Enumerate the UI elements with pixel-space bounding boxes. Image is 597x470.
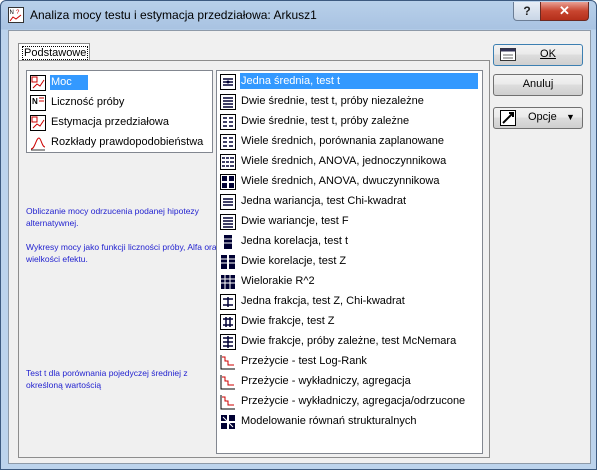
one-proportion-icon <box>220 294 236 310</box>
dialog-client-area: Podstawowe Moc N Liczność próby Estymacj… <box>8 30 591 464</box>
test-label: Jedna średnia, test t <box>240 73 478 89</box>
title-bar[interactable]: N ? Analiza mocy testu i estymacja przed… <box>1 1 596 29</box>
tab-label: Podstawowe <box>22 46 89 60</box>
window-title: Analiza mocy testu i estymacja przedział… <box>30 8 317 22</box>
one-variance-icon <box>220 194 236 210</box>
tab-podstawowe[interactable]: Podstawowe <box>18 43 90 61</box>
description-power: Obliczanie mocy odrzucenia podanej hipot… <box>26 206 199 228</box>
mcnemar-icon <box>220 334 236 350</box>
anova-two-icon <box>220 174 236 190</box>
ok-button[interactable]: OK <box>493 44 583 66</box>
category-label: Rozkłady prawdopodobieństwa <box>51 136 204 148</box>
description-selected-test: Test t dla porównania pojedyczej średnie… <box>26 368 188 390</box>
tab-panel: Moc N Liczność próby Estymacja przedział… <box>18 60 490 458</box>
power-icon <box>30 75 46 91</box>
app-icon: N ? <box>8 7 24 23</box>
test-label: Dwie średnie, test t, próby niezależne <box>241 95 424 107</box>
sample-size-icon: N <box>30 95 46 111</box>
description-power-plots: Wykresy mocy jako funkcji liczności prób… <box>26 242 221 264</box>
dialog-window: N ? Analiza mocy testu i estymacja przed… <box>0 0 597 470</box>
test-label: Dwie frakcje, test Z <box>241 315 335 327</box>
test-label: Dwie korelacje, test Z <box>241 255 347 267</box>
two-means-paired-icon <box>220 114 236 130</box>
survival-logrank-icon <box>220 355 235 370</box>
survival-exp-dropout-icon <box>220 395 235 410</box>
one-mean-icon <box>220 74 236 90</box>
many-means-icon <box>220 134 236 150</box>
test-label: Wiele średnich, ANOVA, dwuczynnikowa <box>241 175 440 187</box>
test-item[interactable]: Dwie korelacje, test Z <box>219 252 480 272</box>
test-item[interactable]: Jedna frakcja, test Z, Chi-kwadrat <box>219 292 480 312</box>
category-list[interactable]: Moc N Liczność próby Estymacja przedział… <box>26 70 213 153</box>
probability-distribution-icon <box>30 137 46 151</box>
test-item[interactable]: Wielorakie R^2 <box>219 272 480 292</box>
svg-text:N: N <box>32 97 38 106</box>
test-label: Wiele średnich, porównania zaplanowane <box>241 135 445 147</box>
survival-exp-icon <box>220 375 235 390</box>
svg-text:N: N <box>10 10 14 16</box>
test-label: Jedna frakcja, test Z, Chi-kwadrat <box>241 295 405 307</box>
cancel-label: Anuluj <box>522 78 554 90</box>
test-label: Dwie średnie, test t, próby zależne <box>241 115 410 127</box>
test-item[interactable]: Dwie średnie, test t, próby niezależne <box>219 92 480 112</box>
test-label: Dwie frakcje, próby zależne, test McNema… <box>241 335 457 347</box>
two-means-icon <box>220 94 236 110</box>
help-button[interactable]: ? <box>513 2 541 21</box>
test-item[interactable]: Jedna wariancja, test Chi-kwadrat <box>219 192 480 212</box>
category-item-sample-size[interactable]: N Liczność próby <box>29 93 209 113</box>
test-label: Wielorakie R^2 <box>241 275 315 287</box>
multiple-r2-icon <box>221 275 235 289</box>
one-correlation-icon <box>224 235 232 249</box>
test-item[interactable]: Dwie wariancje, test F <box>219 212 480 232</box>
options-label: Opcje <box>528 111 557 123</box>
two-proportions-icon <box>220 314 236 330</box>
test-label: Modelowanie równań strukturalnych <box>241 415 417 427</box>
test-item[interactable]: Przeżycie - wykładniczy, agregacja <box>219 372 480 392</box>
cancel-button[interactable]: Anuluj <box>493 74 583 96</box>
test-item[interactable]: Modelowanie równań strukturalnych <box>219 412 480 432</box>
test-item[interactable]: Przeżycie - test Log-Rank <box>219 352 480 372</box>
dropdown-arrow-icon: ▼ <box>566 112 575 122</box>
test-item[interactable]: Jedna korelacja, test t <box>219 232 480 252</box>
category-item-interval-estimation[interactable]: Estymacja przedziałowa <box>29 113 209 133</box>
test-label: Przeżycie - wykładniczy, agregacja/odrzu… <box>241 395 466 407</box>
test-item[interactable]: Dwie frakcje, próby zależne, test McNema… <box>219 332 480 352</box>
anova-one-icon <box>220 154 236 170</box>
category-label: Estymacja przedziałowa <box>51 116 169 128</box>
test-label: Przeżycie - test Log-Rank <box>241 355 367 367</box>
two-variances-icon <box>220 214 236 230</box>
test-item[interactable]: Dwie średnie, test t, próby zależne <box>219 112 480 132</box>
two-correlations-icon <box>221 255 235 269</box>
options-icon <box>500 110 516 126</box>
test-label: Wiele średnich, ANOVA, jednoczynnikowa <box>241 155 447 167</box>
test-label: Dwie wariancje, test F <box>241 215 349 227</box>
test-item[interactable]: Wiele średnich, ANOVA, dwuczynnikowa <box>219 172 480 192</box>
sem-icon <box>221 415 235 429</box>
category-item-probability-distributions[interactable]: Rozkłady prawdopodobieństwa <box>29 133 209 153</box>
test-label: Jedna wariancja, test Chi-kwadrat <box>241 195 407 207</box>
test-item[interactable]: Przeżycie - wykładniczy, agregacja/odrzu… <box>219 392 480 412</box>
test-list[interactable]: Jedna średnia, test t Dwie średnie, test… <box>216 70 483 454</box>
category-item-power[interactable]: Moc <box>29 73 209 93</box>
options-button[interactable]: Opcje ▼ <box>493 107 583 129</box>
ok-label: OK <box>540 48 556 60</box>
test-item[interactable]: Wiele średnich, porównania zaplanowane <box>219 132 480 152</box>
close-button[interactable]: ✕ <box>540 2 589 21</box>
category-label: Liczność próby <box>51 96 125 108</box>
test-item[interactable]: Dwie frakcje, test Z <box>219 312 480 332</box>
test-label: Przeżycie - wykładniczy, agregacja <box>241 375 411 387</box>
test-item[interactable]: Jedna średnia, test t <box>219 72 480 92</box>
category-label: Moc <box>50 75 88 90</box>
test-label: Jedna korelacja, test t <box>241 235 349 247</box>
interval-estimation-icon <box>30 115 46 131</box>
test-item[interactable]: Wiele średnich, ANOVA, jednoczynnikowa <box>219 152 480 172</box>
